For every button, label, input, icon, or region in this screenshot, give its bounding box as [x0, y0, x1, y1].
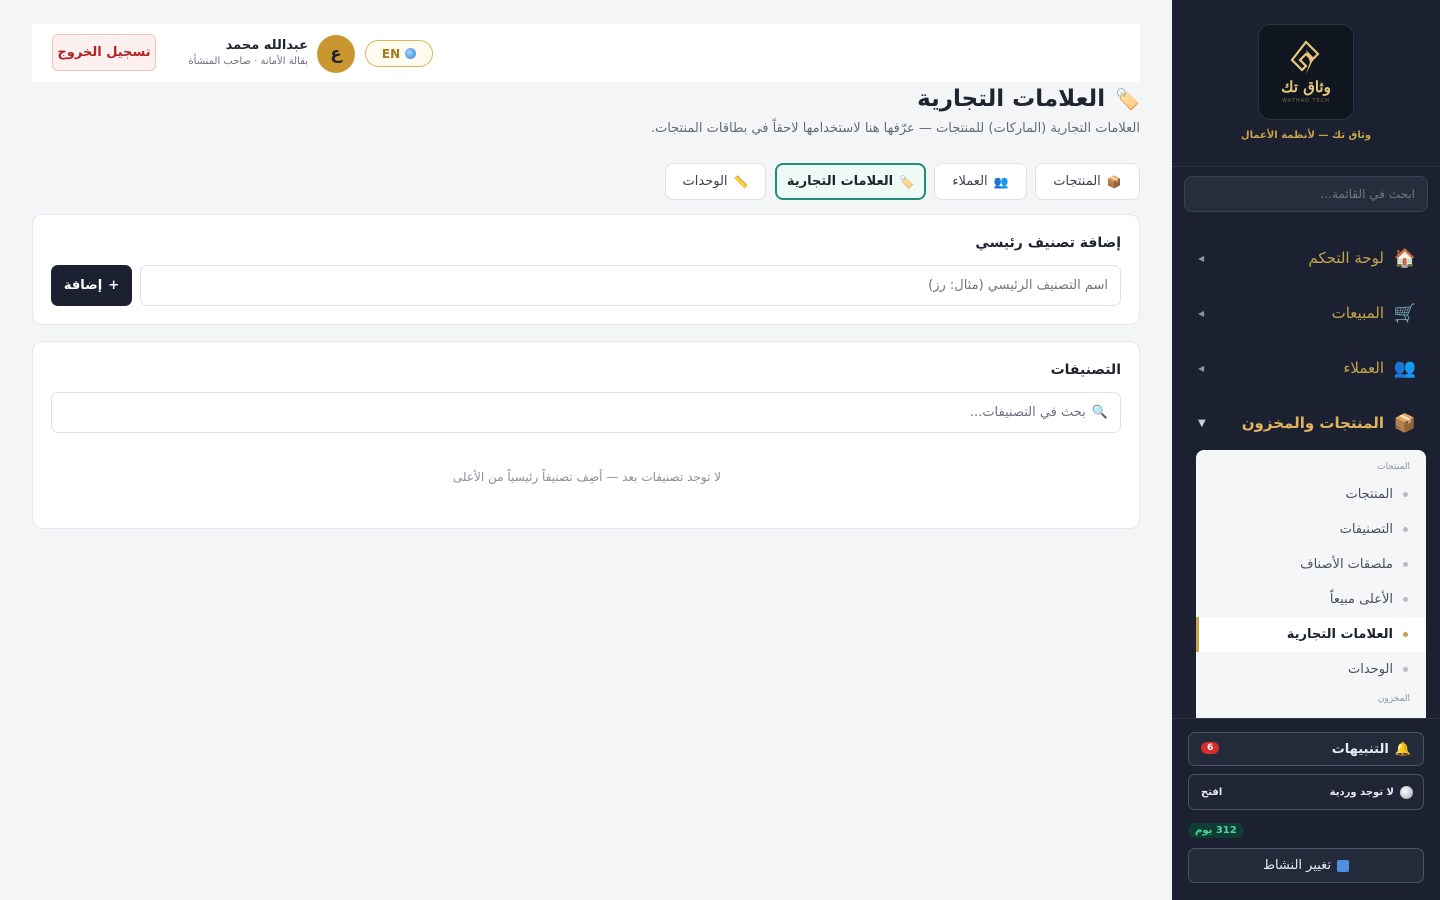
caret-left-icon: ◀ — [1198, 253, 1205, 263]
submenu-group-products: المنتجات — [1377, 462, 1410, 472]
plus-icon: + — [108, 278, 120, 293]
tab-label: العلامات التجارية — [786, 174, 894, 189]
products-submenu: المنتجات المنتجات التصنيفات ملصقات الأصن… — [1196, 450, 1426, 718]
submenu-item-brands[interactable]: العلامات التجارية — [1196, 617, 1426, 652]
ruler-icon: 📏 — [733, 174, 749, 189]
logo-text: وثاق تك — [1281, 78, 1331, 96]
submenu-item-label: العلامات التجارية — [1286, 627, 1393, 642]
add-category-button[interactable]: + إضافة — [51, 265, 132, 306]
categories-card: التصنيفات 🔍 بحث في التصنيفات... لا توجد … — [32, 341, 1140, 529]
tab-products[interactable]: 📦 المنتجات — [1035, 163, 1140, 200]
caret-down-icon: ▼ — [1198, 417, 1206, 429]
user-name: عبدالله محمد — [225, 38, 308, 53]
tab-brands[interactable]: 🏷️ العلامات التجارية — [775, 163, 926, 200]
globe-icon — [405, 48, 417, 59]
box-icon: 📦 — [1106, 174, 1122, 189]
sidebar-item-label: المبيعات — [1331, 304, 1384, 322]
subscription-days-badge: 312 يوم — [1188, 823, 1244, 838]
sidebar-footer: 🔔 التنبيهات 6 لا توجد وردية افتح 312 يوم… — [1172, 718, 1440, 900]
tag-icon: 🏷️ — [1115, 87, 1140, 111]
page-title: 🏷️ العلامات التجارية — [917, 86, 1140, 112]
tab-label: المنتجات — [1053, 174, 1101, 189]
logout-button[interactable]: تسجيل الخروج — [52, 34, 156, 71]
bell-icon: 🔔 — [1394, 741, 1411, 757]
tab-customers[interactable]: 👥 العملاء — [934, 163, 1027, 200]
category-name-input[interactable] — [140, 265, 1121, 306]
tab-label: العملاء — [952, 174, 988, 189]
bullet-icon — [1403, 527, 1408, 532]
bullet-icon — [1403, 562, 1408, 567]
tag-icon: 🏷️ — [899, 174, 915, 189]
sidebar-item-label: المنتجات والمخزون — [1241, 414, 1384, 432]
submenu-item-label: المنتجات — [1345, 487, 1393, 502]
topbar: تسجيل الخروج عبدالله محمد بقالة الأمانة … — [32, 24, 1140, 82]
sidebar-search-input[interactable] — [1184, 176, 1428, 212]
submenu-item-label: ملصقات الأصناف — [1300, 557, 1393, 572]
sidebar-item-label: العملاء — [1343, 359, 1384, 377]
submenu-item-label: الأعلى مبيعاً — [1329, 592, 1393, 607]
language-toggle-button[interactable]: EN — [365, 40, 433, 67]
submenu-item-labels[interactable]: ملصقات الأصناف — [1196, 547, 1426, 582]
submenu-item-label: الوحدات — [1348, 662, 1393, 677]
page-subtitle: العلامات التجارية (الماركات) للمنتجات — … — [650, 121, 1140, 136]
submenu-item-label: التصنيفات — [1339, 522, 1393, 537]
submenu-group-inventory: المخزون — [1377, 694, 1410, 704]
language-label: EN — [381, 46, 401, 61]
submenu-item-categories[interactable]: التصنيفات — [1196, 512, 1426, 547]
status-dot-icon — [1400, 785, 1413, 799]
alerts-label: التنبيهات — [1331, 741, 1389, 757]
caret-left-icon: ◀ — [1198, 308, 1205, 318]
open-shift-button[interactable]: افتح — [1201, 787, 1222, 798]
sidebar-item-label: لوحة التحكم — [1308, 249, 1384, 267]
sidebar-item-dashboard[interactable]: 🏠 لوحة التحكم ◀ — [1196, 240, 1416, 276]
submenu-item-products[interactable]: المنتجات — [1196, 477, 1426, 512]
tab-units[interactable]: 📏 الوحدات — [665, 163, 766, 200]
logo-mark-icon — [1290, 40, 1320, 74]
search-icon: 🔍 — [1091, 405, 1108, 420]
page-title-text: العلامات التجارية — [917, 86, 1106, 112]
avatar[interactable]: ع — [317, 35, 355, 73]
box-icon: 📦 — [1393, 412, 1417, 434]
brand-tagline: وثاق تك — لأنظمة الأعمال — [1240, 130, 1372, 141]
bullet-icon — [1403, 667, 1408, 672]
switch-business-button[interactable]: تغيير النشاط — [1188, 848, 1424, 883]
shift-status-label: لا توجد وردية — [1329, 786, 1394, 798]
submenu-item-units[interactable]: الوحدات — [1196, 652, 1426, 687]
empty-state-message: لا توجد تصنيفات بعد — أضِف تصنيفاً رئيسي… — [452, 470, 722, 484]
sidebar-item-customers[interactable]: 👥 العملاء ◀ — [1196, 350, 1416, 386]
alerts-count-badge: 6 — [1201, 742, 1220, 754]
switch-business-label: تغيير النشاط — [1262, 858, 1332, 873]
people-icon: 👥 — [1393, 357, 1417, 379]
switch-icon — [1337, 859, 1350, 872]
sidebar: وثاق تك WATHAQ TECH وثاق تك — لأنظمة الأ… — [1172, 0, 1440, 900]
logo[interactable]: وثاق تك WATHAQ TECH — [1258, 24, 1354, 120]
shift-status: لا توجد وردية افتح — [1188, 774, 1424, 810]
bullet-icon — [1403, 597, 1408, 602]
logo-subtext: WATHAQ TECH — [1282, 98, 1330, 104]
caret-left-icon: ◀ — [1198, 363, 1205, 373]
add-category-card: إضافة تصنيف رئيسي + إضافة — [32, 214, 1140, 325]
sidebar-item-sales[interactable]: 🛒 المبيعات ◀ — [1196, 295, 1416, 331]
add-category-title: إضافة تصنيف رئيسي — [975, 235, 1121, 251]
categories-title: التصنيفات — [1050, 362, 1121, 378]
people-icon: 👥 — [993, 174, 1009, 189]
submenu-item-best-selling[interactable]: الأعلى مبيعاً — [1196, 582, 1426, 617]
house-icon: 🏠 — [1393, 247, 1417, 269]
bullet-icon — [1403, 632, 1408, 637]
tab-label: الوحدات — [682, 174, 728, 189]
cart-icon: 🛒 — [1393, 302, 1417, 324]
search-placeholder: بحث في التصنيفات... — [969, 405, 1086, 420]
user-role: بقالة الأمانة · صاحب المنشأة — [188, 56, 308, 67]
brand: وثاق تك WATHAQ TECH وثاق تك — لأنظمة الأ… — [1172, 0, 1440, 167]
alerts-button[interactable]: 🔔 التنبيهات 6 — [1188, 732, 1424, 766]
categories-search-input[interactable]: 🔍 بحث في التصنيفات... — [51, 392, 1121, 433]
bullet-icon — [1403, 492, 1408, 497]
sidebar-item-products-inventory[interactable]: 📦 المنتجات والمخزون ▼ — [1196, 405, 1416, 441]
add-button-label: إضافة — [63, 278, 103, 293]
